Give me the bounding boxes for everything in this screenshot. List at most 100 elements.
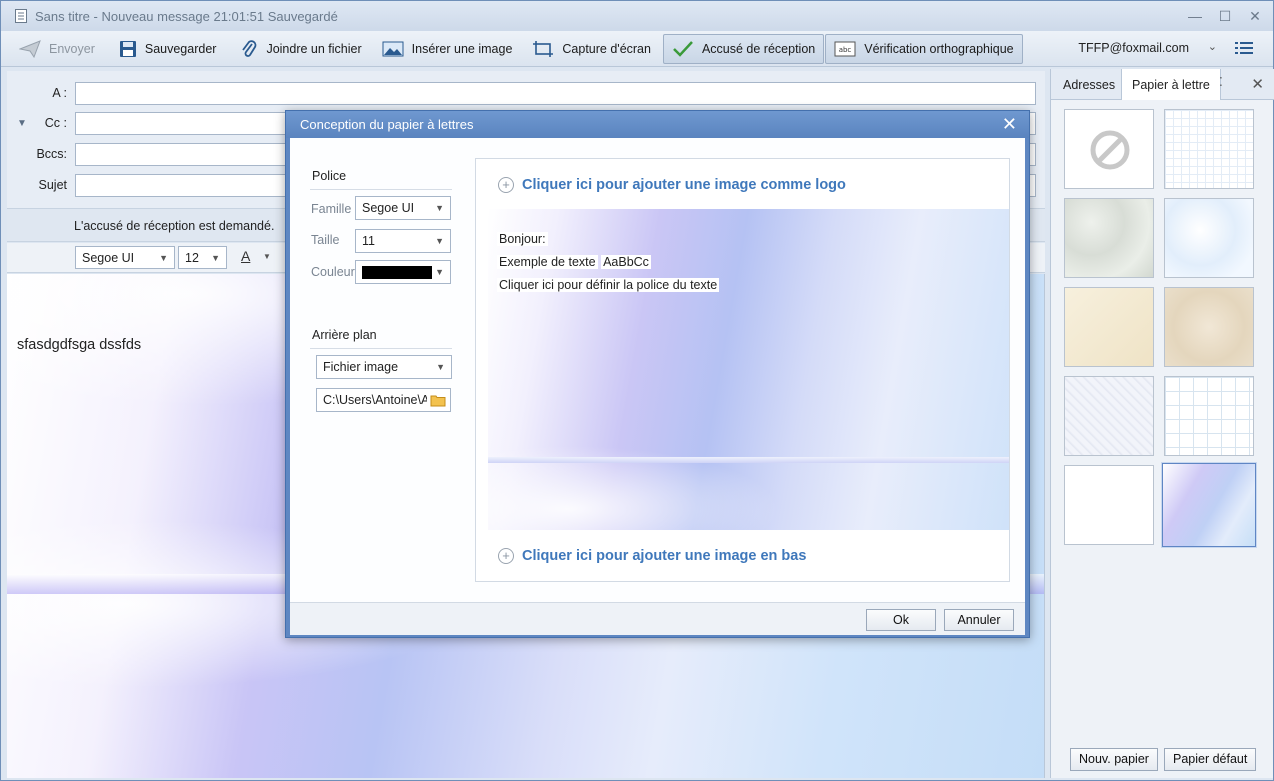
expand-arrow-icon[interactable]: ▼	[17, 118, 27, 129]
send-button[interactable]: Envoyer	[11, 34, 103, 64]
paper-frost[interactable]	[1164, 198, 1254, 278]
toolbar: Envoyer Sauvegarder Joindre un fichier I…	[1, 31, 1273, 67]
chevron-down-icon: ▼	[435, 203, 444, 213]
stationery-panel: Adresses Papier à lettre ⁚ ✕ Nouv. papie…	[1050, 69, 1274, 778]
text-color-icon[interactable]: A	[241, 248, 250, 264]
minimize-icon[interactable]: —	[1187, 8, 1203, 24]
compose-window: Sans titre - Nouveau message 21:01:51 Sa…	[0, 0, 1274, 781]
account-selector[interactable]: TFFP@foxmail.com	[1078, 41, 1189, 55]
subject-label: Sujet	[38, 178, 68, 192]
close-icon[interactable]: ✕	[1002, 114, 1017, 135]
save-label: Sauvegarder	[144, 41, 217, 56]
paper-wave-selected[interactable]	[1162, 463, 1256, 547]
cc-label: Cc :	[44, 116, 67, 130]
attach-label: Joindre un fichier	[266, 41, 362, 56]
paper-marble[interactable]	[1064, 198, 1154, 278]
tab-overflow-icon[interactable]: ⁚	[1219, 75, 1223, 89]
insert-image-button[interactable]: Insérer une image	[374, 34, 521, 64]
attach-button[interactable]: Joindre un fichier	[232, 34, 369, 64]
paper-cream[interactable]	[1064, 287, 1154, 367]
sample-value: AaBbCc	[601, 255, 651, 269]
image-icon	[382, 41, 404, 56]
font-size-select[interactable]: 12 ▼	[178, 246, 227, 269]
paper-grid-large[interactable]	[1164, 376, 1254, 456]
dialog-title-bar: Conception du papier à lettres ✕	[286, 111, 1029, 138]
size-select[interactable]: 11 ▼	[355, 229, 451, 253]
font-section-label: Police	[312, 169, 347, 183]
message-body[interactable]: sfasdgdfsga dssfds	[17, 337, 141, 353]
paper-none[interactable]	[1064, 109, 1154, 189]
spellcheck-label: Vérification orthographique	[864, 41, 1014, 56]
hamburger-menu-icon[interactable]	[1235, 40, 1253, 59]
ok-button[interactable]: Ok	[866, 609, 936, 631]
family-value: Segoe UI	[362, 201, 415, 215]
dialog-footer: Ok Annuler	[290, 602, 1025, 635]
folder-icon[interactable]	[430, 394, 446, 407]
title-bar: Sans titre - Nouveau message 21:01:51 Sa…	[1, 1, 1273, 31]
color-label: Couleur	[311, 265, 355, 279]
background-path-value: C:\Users\Antoine\A	[323, 393, 427, 407]
spellcheck-icon: abc	[834, 41, 856, 56]
chevron-down-icon: ▼	[435, 236, 444, 246]
cancel-button[interactable]: Annuler	[944, 609, 1014, 631]
sample-prefix: Exemple de texte	[497, 255, 598, 269]
stationery-preview: + Cliquer ici pour ajouter une image com…	[475, 158, 1010, 582]
to-label: A :	[52, 86, 67, 100]
add-bottom-image-link[interactable]: + Cliquer ici pour ajouter une image en …	[498, 548, 806, 564]
add-logo-label: Cliquer ici pour ajouter une image comme…	[522, 177, 846, 193]
preview-greeting: Bonjour:	[497, 232, 548, 246]
screenshot-button[interactable]: Capture d'écran	[524, 34, 659, 64]
size-value: 11	[362, 234, 375, 248]
close-icon[interactable]: ✕	[1247, 8, 1263, 24]
plus-circle-icon: +	[498, 177, 514, 193]
paper-plane-icon	[19, 39, 41, 58]
add-logo-link[interactable]: + Cliquer ici pour ajouter une image com…	[498, 177, 846, 193]
paperclip-icon	[242, 39, 257, 57]
chevron-down-icon: ▼	[159, 252, 168, 263]
receipt-notice: L'accusé de réception est demandé.	[74, 219, 275, 233]
document-icon	[15, 9, 27, 23]
color-select[interactable]: ▼	[355, 260, 451, 284]
checkmark-icon	[673, 40, 693, 57]
tab-addresses[interactable]: Adresses	[1053, 69, 1125, 100]
to-field[interactable]	[75, 82, 1036, 105]
preview-band	[488, 457, 1009, 463]
send-label: Envoyer	[49, 41, 95, 56]
floppy-icon	[119, 40, 136, 57]
background-type-select[interactable]: Fichier image ▼	[316, 355, 452, 379]
save-button[interactable]: Sauvegarder	[111, 34, 225, 64]
background-path-field[interactable]: C:\Users\Antoine\A	[316, 388, 451, 412]
chevron-down-icon[interactable]: ⌄	[1208, 40, 1217, 53]
plus-circle-icon: +	[498, 548, 514, 564]
paper-blank[interactable]	[1064, 465, 1154, 545]
spellcheck-button[interactable]: abc Vérification orthographique	[825, 33, 1023, 64]
no-paper-icon	[1090, 130, 1130, 170]
close-icon[interactable]: ✕	[1251, 75, 1264, 93]
dialog-title: Conception du papier à lettres	[300, 117, 474, 132]
family-label: Famille	[311, 202, 352, 216]
screenshot-icon	[533, 40, 554, 57]
stationery-dialog: Conception du papier à lettres ✕ Police …	[285, 110, 1030, 638]
paper-graph[interactable]	[1164, 109, 1254, 189]
greeting-text: Bonjour:	[497, 232, 548, 246]
maximize-icon[interactable]: ☐	[1217, 8, 1233, 24]
family-select[interactable]: Segoe UI ▼	[355, 196, 451, 220]
paper-parchment[interactable]	[1164, 287, 1254, 367]
paper-linen[interactable]	[1064, 376, 1154, 456]
set-font-link[interactable]: Cliquer ici pour définir la police du te…	[497, 278, 720, 292]
divider	[310, 189, 452, 190]
insert-image-label: Insérer une image	[411, 41, 513, 56]
tab-stationery[interactable]: Papier à lettre	[1121, 69, 1221, 100]
chevron-down-icon: ▼	[211, 252, 220, 263]
set-font-label: Cliquer ici pour définir la police du te…	[497, 278, 720, 292]
new-paper-button[interactable]: Nouv. papier	[1070, 748, 1158, 771]
default-paper-button[interactable]: Papier défaut	[1164, 748, 1257, 771]
chevron-down-icon[interactable]: ▼	[263, 252, 271, 261]
svg-text:abc: abc	[839, 46, 852, 54]
font-family-select[interactable]: Segoe UI ▼	[75, 246, 175, 269]
receipt-label: Accusé de réception	[701, 41, 816, 56]
bcc-label: Bccs:	[36, 147, 67, 161]
chevron-down-icon: ▼	[436, 362, 445, 372]
add-bottom-label: Cliquer ici pour ajouter une image en ba…	[522, 548, 807, 564]
receipt-button[interactable]: Accusé de réception	[662, 33, 825, 64]
